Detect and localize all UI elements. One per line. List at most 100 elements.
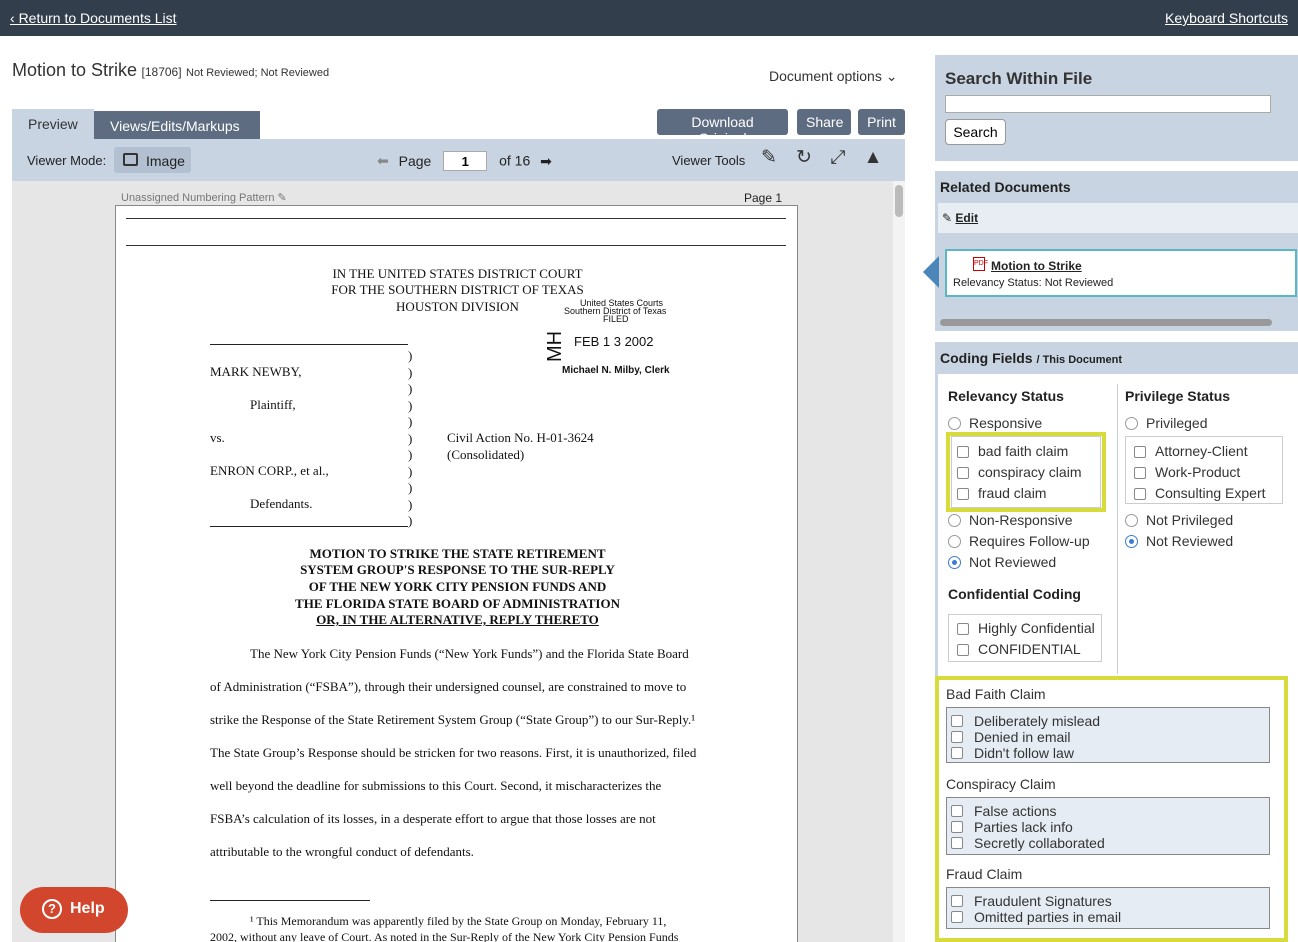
relevancy-not-reviewed-radio[interactable]: Not Reviewed: [948, 554, 1056, 572]
prev-page-icon[interactable]: ⬅: [377, 153, 389, 169]
next-page-icon[interactable]: ➡: [540, 153, 552, 169]
checkbox-icon: [957, 644, 969, 656]
court-line: HOUSTON DIVISION: [396, 299, 519, 314]
related-document-item[interactable]: PDF Motion to Strike Relevancy Status: N…: [945, 249, 1297, 297]
bad-faith-claim-box: Deliberately mislead Denied in email Did…: [946, 707, 1270, 763]
party-line: Plaintiff,: [250, 397, 296, 412]
body-line: FSBA’s calculation of its losses, in a d…: [210, 811, 656, 826]
radio-selected-icon: [948, 556, 961, 569]
deliberately-mislead-checkbox[interactable]: Deliberately mislead: [951, 713, 1100, 729]
privilege-not-reviewed-radio[interactable]: Not Reviewed: [1125, 533, 1233, 551]
pencil-icon[interactable]: ✎: [278, 192, 287, 204]
stamp-date: FEB 1 3 2002: [574, 334, 654, 349]
column-divider: [1117, 384, 1118, 674]
rotate-icon[interactable]: ↻: [793, 147, 815, 169]
warning-icon[interactable]: ▲: [862, 147, 884, 169]
stamp-line: FILED: [603, 314, 629, 324]
page-total: of 16: [499, 152, 531, 169]
privileged-radio[interactable]: Privileged: [1125, 415, 1207, 433]
secretly-collaborated-checkbox[interactable]: Secretly collaborated: [951, 835, 1105, 851]
option-label: Fraudulent Signatures: [974, 893, 1112, 909]
motion-title-line: MOTION TO STRIKE THE STATE RETIREMENT: [309, 546, 606, 561]
party-line: MARK NEWBY,: [210, 364, 302, 379]
motion-title-line: OR, IN THE ALTERNATIVE, REPLY THERETO: [316, 612, 599, 627]
current-document-arrow-icon: [923, 256, 939, 288]
body-line: strike the Response of the State Retirem…: [210, 712, 696, 727]
checkbox-icon: [1134, 467, 1146, 479]
viewer-scroll-thumb[interactable]: [895, 185, 903, 217]
download-original-button[interactable]: Download Original: [657, 109, 788, 146]
option-label: Work-Product: [1155, 464, 1241, 480]
keyboard-shortcuts-link[interactable]: Keyboard Shortcuts: [1165, 10, 1288, 26]
option-label: Responsive: [969, 415, 1043, 431]
conspiracy-claim-box: False actions Parties lack info Secretly…: [946, 797, 1270, 855]
document-status: Not Reviewed; Not Reviewed: [186, 67, 330, 79]
fraudulent-signatures-checkbox[interactable]: Fraudulent Signatures: [951, 893, 1112, 909]
consulting-expert-checkbox[interactable]: Consulting Expert: [1134, 485, 1266, 503]
related-panel-title: Related Documents: [940, 179, 1071, 195]
related-edit-link[interactable]: ✎ Edit: [938, 203, 1298, 233]
option-label: Non-Responsive: [969, 512, 1073, 528]
conspiracy-claim-label: Conspiracy Claim: [946, 776, 1056, 792]
coding-subtitle: / This Document: [1036, 354, 1123, 366]
expand-icon[interactable]: ⤢: [827, 147, 849, 169]
option-label: Not Reviewed: [1146, 533, 1234, 549]
parties-lack-info-checkbox[interactable]: Parties lack info: [951, 819, 1073, 835]
not-privileged-radio[interactable]: Not Privileged: [1125, 512, 1233, 530]
top-bar: ‹ Return to Documents List Keyboard Shor…: [0, 0, 1298, 36]
document-options-dropdown[interactable]: Document options ⌄: [769, 68, 897, 85]
option-label: Not Privileged: [1146, 512, 1234, 528]
body-line: The New York City Pension Funds (“New Yo…: [250, 646, 689, 661]
share-button[interactable]: Share: [797, 109, 851, 135]
pdf-icon: PDF: [973, 257, 988, 271]
document-viewer[interactable]: Unassigned Numbering Pattern ✎ Page 1 IN…: [12, 181, 905, 942]
confidential-checkbox[interactable]: CONFIDENTIAL: [957, 641, 1081, 659]
motion-title-line: THE FLORIDA STATE BOARD OF ADMINISTRATIO…: [295, 596, 620, 611]
viewer-toolbar: Viewer Mode: Image ⬅ Page of 16 ➡ Viewer…: [12, 139, 905, 181]
relevancy-follow-up-radio[interactable]: Requires Follow-up: [948, 533, 1090, 551]
attorney-client-checkbox[interactable]: Attorney-Client: [1134, 443, 1248, 461]
viewer-scrollbar[interactable]: [893, 181, 905, 942]
return-to-documents-link[interactable]: ‹ Return to Documents List: [10, 10, 177, 26]
party-line: vs.: [210, 430, 225, 445]
option-label: False actions: [974, 803, 1057, 819]
help-button[interactable]: ? Help: [20, 887, 128, 933]
search-button[interactable]: Search: [945, 119, 1006, 145]
relevancy-status-title: Relevancy Status: [948, 388, 1064, 404]
checkbox-icon: [951, 805, 963, 817]
relevancy-responsive-radio[interactable]: Responsive: [948, 415, 1042, 433]
print-button[interactable]: Print: [858, 109, 905, 135]
option-label: Omitted parties in email: [974, 909, 1122, 925]
coding-title: Coding Fields / This Document: [940, 350, 1122, 366]
relevancy-non-responsive-radio[interactable]: Non-Responsive: [948, 512, 1073, 530]
document-header: Motion to Strike [18706] Not Reviewed; N…: [12, 60, 329, 81]
pencil-icon: ✎: [942, 211, 953, 225]
numbering-pattern[interactable]: Unassigned Numbering Pattern ✎: [121, 191, 287, 204]
body-line: The State Group’s Response should be str…: [210, 745, 697, 760]
checkbox-icon: [951, 731, 963, 743]
return-label: Return to Documents List: [18, 10, 177, 26]
privilege-status-title: Privilege Status: [1125, 388, 1231, 404]
related-scrollbar[interactable]: [940, 319, 1272, 326]
option-label: Privileged: [1146, 415, 1208, 431]
tab-preview[interactable]: Preview: [12, 109, 94, 139]
search-input[interactable]: [945, 95, 1271, 113]
page-number-input[interactable]: [443, 151, 488, 171]
related-document-name[interactable]: Motion to Strike: [991, 259, 1082, 273]
false-actions-checkbox[interactable]: False actions: [951, 803, 1056, 819]
omitted-parties-checkbox[interactable]: Omitted parties in email: [951, 909, 1121, 925]
highly-confidential-checkbox[interactable]: Highly Confidential: [957, 620, 1095, 638]
tab-views-edits-markups[interactable]: Views/Edits/Markups: [94, 111, 260, 139]
edit-icon[interactable]: ✎: [758, 147, 780, 169]
denied-in-email-checkbox[interactable]: Denied in email: [951, 729, 1071, 745]
viewer-mode-image-button[interactable]: Image: [114, 147, 191, 173]
page-number-label: Page 1: [744, 191, 783, 205]
civil-action-line: Civil Action No. H-01-3624: [447, 430, 594, 445]
didnt-follow-law-checkbox[interactable]: Didn't follow law: [951, 745, 1074, 761]
work-product-checkbox[interactable]: Work-Product: [1134, 464, 1240, 482]
checkbox-icon: [951, 837, 963, 849]
body-line: attributable to the wrongful conduct of …: [210, 844, 474, 859]
stamp-initials: MH: [544, 330, 566, 362]
highlight-box: [946, 432, 1106, 512]
court-line: IN THE UNITED STATES DISTRICT COURT: [332, 266, 583, 281]
